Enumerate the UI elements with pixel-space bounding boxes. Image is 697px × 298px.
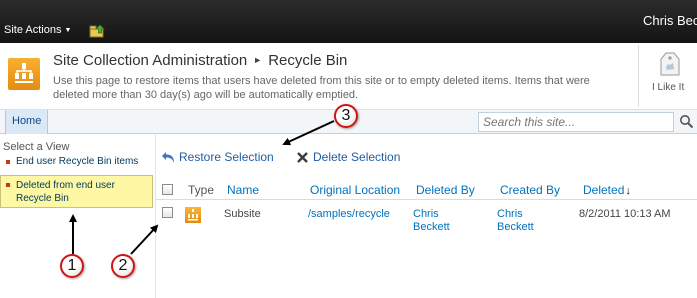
callout-3: 3	[334, 104, 358, 128]
user-menu[interactable]: Chris Beckett	[643, 13, 697, 28]
site-actions-menu[interactable]: Site Actions ▼	[4, 24, 71, 36]
row-name: Subsite	[224, 208, 261, 220]
view-deleted-from-end-user-recycle-bin[interactable]: Deleted from end user Recycle Bin	[0, 175, 153, 208]
restore-selection-button[interactable]: Restore Selection	[161, 150, 291, 166]
row-deleted-date: 8/2/2011 10:13 AM	[579, 208, 671, 220]
search-input[interactable]	[479, 113, 673, 131]
column-header-deleted-by[interactable]: Deleted By	[416, 183, 475, 197]
breadcrumb-separator-icon: ►	[253, 55, 263, 65]
view-end-user-recycle-bin[interactable]: End user Recycle Bin items	[0, 155, 155, 173]
column-header-original-location[interactable]: Original Location	[310, 183, 400, 197]
row-deleted-by-link[interactable]: Chris Beckett	[413, 208, 450, 234]
search-box[interactable]	[478, 112, 674, 132]
select-view-heading: Select a View	[3, 141, 70, 153]
breadcrumb-site-link[interactable]: Site Collection Administration	[53, 52, 247, 69]
column-header-name[interactable]: Name	[227, 183, 259, 197]
recycle-toolbar: Restore Selection Delete Selection	[156, 134, 697, 173]
tag-icon	[660, 52, 680, 76]
row-checkbox[interactable]	[162, 207, 173, 218]
tab-home[interactable]: Home	[5, 110, 49, 134]
breadcrumb: Site Collection Administration ► Recycle B…	[53, 52, 347, 69]
deleted-header-label: Deleted	[583, 183, 625, 197]
sort-descending-icon: ↓	[625, 185, 631, 197]
row-created-by-link[interactable]: Chris Beckett	[497, 208, 534, 234]
callout-1: 1	[60, 254, 84, 278]
i-like-it-button[interactable]: I Like It	[649, 49, 693, 103]
title-area: Site Collection Administration ► Recycle B…	[0, 43, 697, 109]
delete-selection-label: Delete Selection	[313, 150, 401, 164]
grid-header: Type Name Original Location Deleted By C…	[156, 178, 697, 200]
page-description: Use this page to restore items that user…	[53, 75, 590, 101]
i-like-it-label: I Like It	[652, 82, 685, 93]
search-icon[interactable]	[679, 114, 694, 129]
site-actions-label: Site Actions	[4, 24, 62, 36]
view-label: End user Recycle Bin items	[16, 156, 139, 167]
navigate-up-icon[interactable]	[89, 24, 105, 38]
site-logo[interactable]	[8, 58, 40, 90]
callout-2: 2	[111, 254, 135, 278]
deleted-by-first: Chris	[413, 208, 439, 220]
column-header-created-by[interactable]: Created By	[500, 183, 560, 197]
restore-selection-label: Restore Selection	[179, 150, 274, 164]
created-by-first: Chris	[497, 208, 523, 220]
page-title: Recycle Bin	[268, 52, 348, 69]
select-all-checkbox[interactable]	[162, 184, 173, 195]
ribbon-bar: Site Actions▼ Chris Beckett	[0, 0, 697, 43]
site-glyph-icon	[188, 209, 198, 221]
delete-selection-button[interactable]: Delete Selection	[296, 150, 416, 166]
deleted-by-last: Beckett	[413, 221, 450, 233]
created-by-last: Beckett	[497, 221, 534, 233]
site-collection-icon	[15, 63, 33, 83]
row-original-location-link[interactable]: /samples/recycle	[308, 208, 390, 221]
view-label: Deleted from end user Recycle Bin	[16, 180, 115, 204]
bullet-icon	[6, 160, 10, 164]
restore-icon	[162, 152, 174, 163]
chevron-down-icon: ▼	[64, 27, 72, 34]
column-header-type: Type	[188, 183, 215, 197]
bullet-icon	[6, 183, 10, 187]
table-row[interactable]: Subsite /samples/recycle Chris Beckett Ch…	[156, 201, 697, 241]
site-icon	[185, 207, 201, 223]
delete-icon	[297, 152, 308, 163]
divider	[638, 45, 639, 107]
column-header-deleted[interactable]: Deleted↓	[583, 183, 631, 197]
